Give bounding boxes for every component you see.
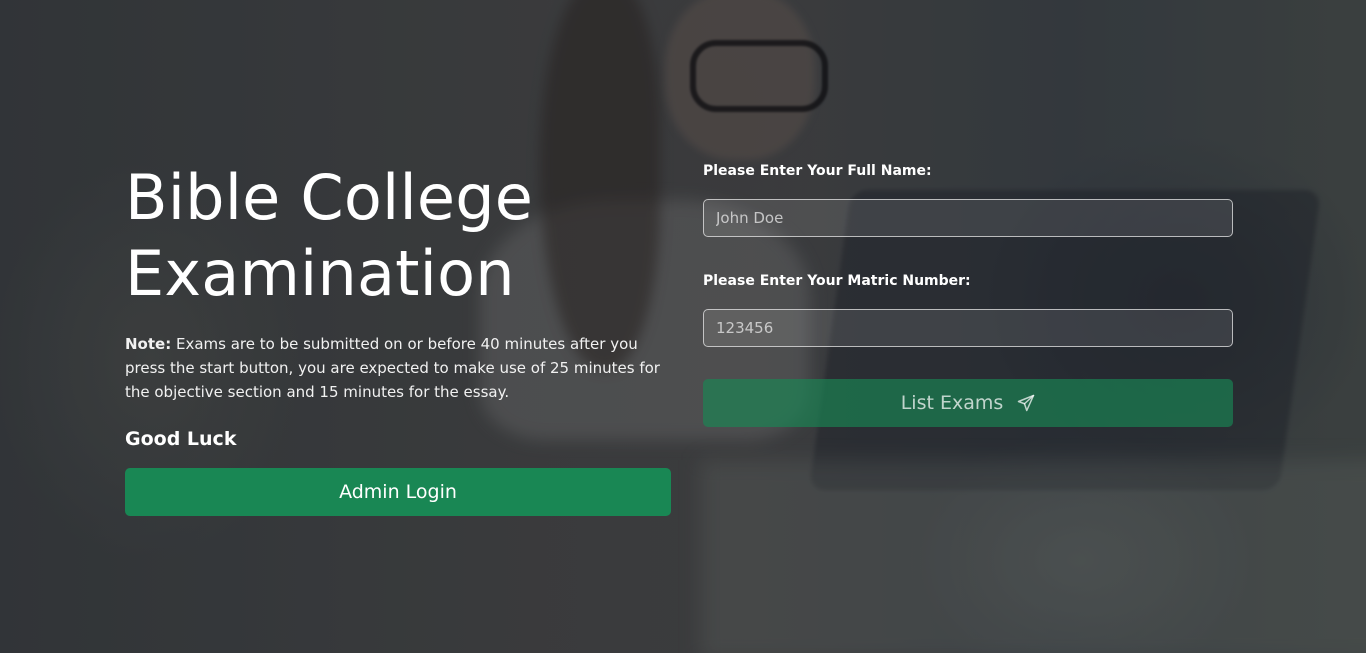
- exam-note: Note: Exams are to be submitted on or be…: [125, 332, 671, 404]
- admin-login-button[interactable]: Admin Login: [125, 468, 671, 516]
- full-name-label: Please Enter Your Full Name:: [703, 163, 932, 179]
- full-name-input[interactable]: [703, 199, 1233, 237]
- send-icon: [1017, 394, 1035, 412]
- note-text: Exams are to be submitted on or before 4…: [125, 335, 660, 401]
- exam-landing-page: Bible College Examination Note: Exams ar…: [0, 0, 1366, 653]
- full-name-group: Please Enter Your Full Name:: [703, 160, 1233, 237]
- hero-section: Bible College Examination Note: Exams ar…: [125, 160, 671, 516]
- good-luck-text: Good Luck: [125, 428, 237, 450]
- page-title: Bible College Examination: [125, 161, 534, 310]
- list-exams-label: List Exams: [900, 392, 1004, 414]
- note-label: Note:: [125, 335, 172, 353]
- exam-access-form: Please Enter Your Full Name: Please Ente…: [703, 160, 1233, 427]
- matric-number-input[interactable]: [703, 309, 1233, 347]
- matric-number-label: Please Enter Your Matric Number:: [703, 273, 971, 289]
- matric-number-group: Please Enter Your Matric Number:: [703, 270, 1233, 347]
- list-exams-button[interactable]: List Exams: [703, 379, 1233, 427]
